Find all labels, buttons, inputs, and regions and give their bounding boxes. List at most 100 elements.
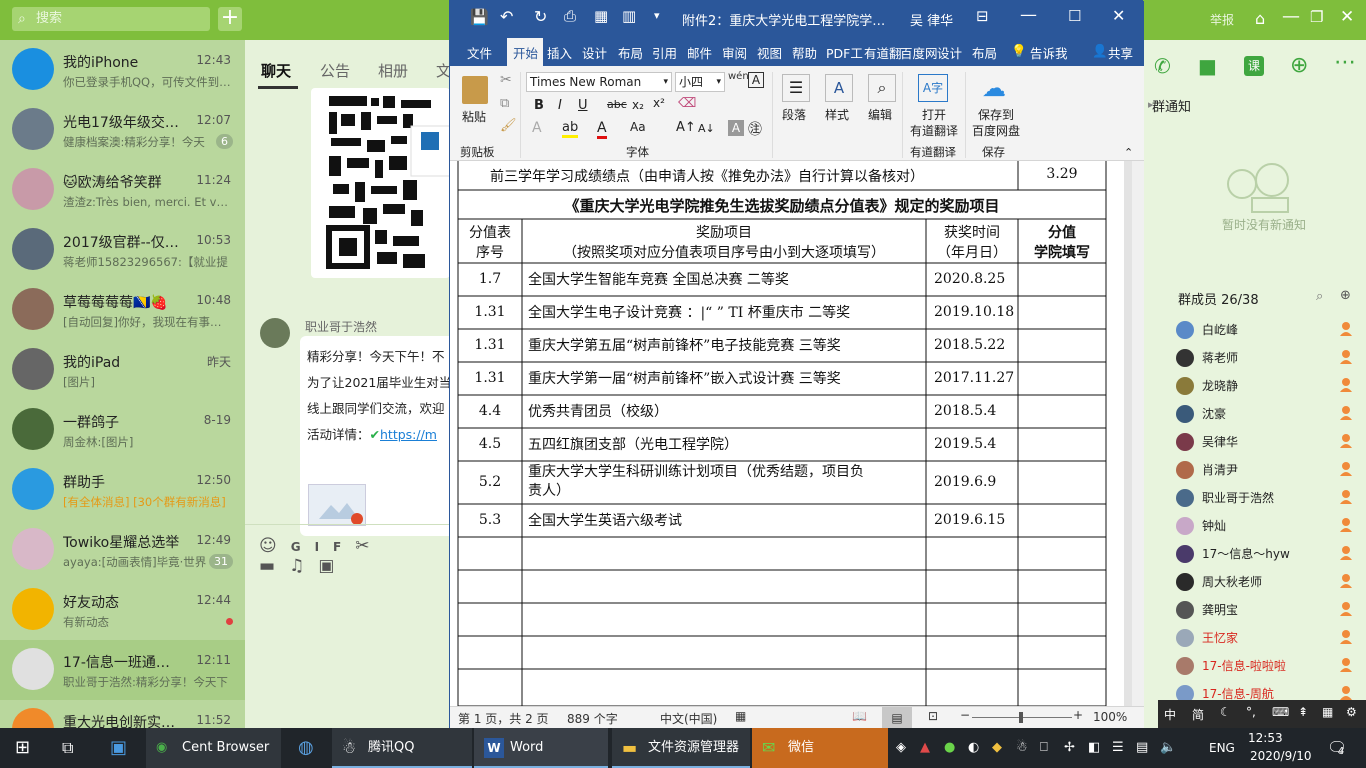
scissors-icon[interactable]: ✂ xyxy=(355,536,383,556)
row-item[interactable]: 全国大学生智能车竞赛 全国总决赛 二等奖 xyxy=(528,271,924,289)
clock-date[interactable]: 2020/9/10 xyxy=(1250,749,1312,763)
member-item[interactable]: 龚明宝 xyxy=(1176,596,1366,624)
tray-icon[interactable]: ⎕ xyxy=(1040,728,1048,768)
video-icon[interactable]: ■ xyxy=(1198,54,1217,78)
paste-icon[interactable] xyxy=(462,76,488,104)
row-date[interactable]: 2019.6.9 xyxy=(934,474,996,490)
sender-avatar[interactable] xyxy=(260,318,290,348)
tab-baidu[interactable]: 百度网 xyxy=(900,43,938,62)
print-layout-icon[interactable]: ▤ xyxy=(882,707,912,729)
row-seq[interactable]: 5.3 xyxy=(458,512,522,528)
styles-icon[interactable]: A xyxy=(825,74,853,102)
underline-icon[interactable]: U xyxy=(578,98,588,113)
account-name[interactable]: 吴 律华 xyxy=(910,10,953,29)
header-item[interactable]: 奖励项目 xyxy=(522,222,926,242)
conversation-item[interactable]: 好友动态 12:44 有新动态 xyxy=(0,580,245,640)
minimize-icon[interactable]: — xyxy=(1282,6,1300,27)
row-date[interactable]: 2017.11.27 xyxy=(934,370,1014,386)
moon-icon[interactable]: ☾ xyxy=(1220,705,1231,719)
tray-icon[interactable]: ✢ xyxy=(1064,728,1075,768)
share-button[interactable]: 共享 xyxy=(1108,43,1133,62)
member-item[interactable]: 白屹峰 xyxy=(1176,316,1366,344)
baidu-cloud-icon[interactable]: ☁ xyxy=(982,74,1006,102)
member-item[interactable]: 17～信息～hyw xyxy=(1176,540,1366,568)
tab-table-design[interactable]: 设计 xyxy=(937,43,962,62)
tab-help[interactable]: 帮助 xyxy=(792,43,817,62)
tab-album[interactable]: 相册 xyxy=(378,60,408,81)
conversation-item[interactable]: 一群鸽子 8-19 周金林:[图片] xyxy=(0,400,245,460)
conversation-item[interactable]: 我的iPhone 12:43 你已登录手机QQ，可传文件到手机 xyxy=(0,40,245,100)
conversation-item[interactable]: 群助手 12:50 [有全体消息] [30个群有新消息] xyxy=(0,460,245,520)
picture-icon[interactable]: ▣ xyxy=(318,556,348,576)
char-shading-icon[interactable]: A xyxy=(728,120,744,136)
row-date[interactable]: 2019.5.4 xyxy=(934,436,996,452)
paragraph-icon[interactable]: ☰ xyxy=(782,74,810,102)
highlight-icon[interactable]: ab xyxy=(562,120,579,138)
course-icon[interactable]: 课 xyxy=(1244,56,1264,76)
emoji-icon[interactable]: ☺ xyxy=(259,536,291,556)
web-layout-icon[interactable]: ⊡ xyxy=(928,709,938,723)
more-icon[interactable]: ⋯ xyxy=(1334,50,1356,75)
toolbox-icon[interactable]: ▦ xyxy=(1322,705,1333,719)
gpa-value[interactable]: 3.29 xyxy=(1018,166,1106,182)
table-icon[interactable]: ▦ xyxy=(594,7,608,25)
start-icon[interactable]: ⊞ xyxy=(15,728,30,768)
close-icon[interactable]: ✕ xyxy=(1112,6,1125,25)
network-icon[interactable]: ▤ xyxy=(1136,728,1148,768)
gpa-label[interactable]: 前三学年学习成绩绩点（由申请人按《推免办法》自行计算以备核对） xyxy=(490,166,924,186)
row-item[interactable]: 重庆大学第五届“树声前锋杯”电子技能竞赛 三等奖 xyxy=(528,337,924,355)
skin-icon[interactable]: ⌂ xyxy=(1255,9,1265,28)
taskbar-item-browser[interactable]: ◉ Cent Browser xyxy=(146,728,281,768)
tab-view[interactable]: 视图 xyxy=(757,43,782,62)
strikethrough-icon[interactable]: abc xyxy=(607,98,627,111)
taskbar-item-word[interactable]: W Word xyxy=(474,728,608,768)
member-item[interactable]: 吴律华 xyxy=(1176,428,1366,456)
taskbar-item-qq[interactable]: ☃ 腾讯QQ xyxy=(332,728,472,768)
row-item[interactable]: 重庆大学大学生科研训练计划项目（优秀结题，项目负 责人） xyxy=(528,463,924,501)
header-item[interactable]: （按照奖项对应分值表项目序号由小到大逐项填写） xyxy=(522,242,926,262)
ribbon-display-icon[interactable]: ⊟ xyxy=(976,7,989,25)
folder-icon[interactable]: ▬ xyxy=(259,556,289,576)
tab-chat[interactable]: 聊天 xyxy=(261,60,291,81)
activity-link[interactable]: https://m xyxy=(380,427,437,442)
phone-icon[interactable]: ✆ xyxy=(1154,54,1171,78)
paste-label[interactable]: 粘贴 xyxy=(462,108,486,125)
font-size-select[interactable]: 小四 ▾ xyxy=(675,72,725,92)
member-item[interactable]: 沈豪 xyxy=(1176,400,1366,428)
row-item[interactable]: 五四红旗团支部（光电工程学院） xyxy=(528,436,924,454)
member-add-icon[interactable]: ⊕ xyxy=(1340,288,1351,303)
image-placeholder-icon[interactable] xyxy=(308,484,366,526)
tray-icon[interactable]: ◐ xyxy=(968,728,979,768)
row-item[interactable]: 优秀共青团员（校级） xyxy=(528,403,924,421)
member-item[interactable]: 王忆家 xyxy=(1176,624,1366,652)
italic-icon[interactable]: I xyxy=(558,98,562,113)
row-seq[interactable]: 1.31 xyxy=(458,337,522,353)
find-icon[interactable]: ⌕ xyxy=(868,74,896,102)
input-language[interactable]: ENG xyxy=(1209,728,1235,768)
shrink-font-icon[interactable]: A↓ xyxy=(698,122,715,135)
macro-icon[interactable]: ▦ xyxy=(735,709,746,723)
youdao-translate-label[interactable]: 有道翻译 xyxy=(910,122,958,139)
row-seq[interactable]: 1.31 xyxy=(458,370,522,386)
add-button[interactable]: + xyxy=(218,7,242,31)
row-seq[interactable]: 1.7 xyxy=(458,271,522,287)
row-seq[interactable]: 4.4 xyxy=(458,403,522,419)
row-date[interactable]: 2020.8.25 xyxy=(934,271,1005,287)
conversation-item[interactable]: 草莓莓莓莓🇧🇦🍓 10:48 [自动回复]你好，我现在有事不在 xyxy=(0,280,245,340)
conversation-item[interactable]: 光电17级年级交流群 12:07 健康档案澳:精彩分享！今天 6 xyxy=(0,100,245,160)
member-item[interactable]: 蒋老师 xyxy=(1176,344,1366,372)
page-count[interactable]: 第 1 页，共 2 页 xyxy=(458,710,549,727)
bold-icon[interactable]: B xyxy=(534,98,544,113)
tab-design[interactable]: 设计 xyxy=(582,43,607,62)
punctuation-icon[interactable]: °, xyxy=(1246,705,1256,719)
close-icon[interactable]: ✕ xyxy=(1340,7,1354,27)
qat-dropdown-icon[interactable]: ▾ xyxy=(654,9,660,22)
tab-review[interactable]: 审阅 xyxy=(722,43,747,62)
cut-icon[interactable]: ✂ xyxy=(500,72,512,88)
collapse-ribbon-icon[interactable]: ⌃ xyxy=(1124,146,1133,159)
restore-icon[interactable]: ❐ xyxy=(1310,8,1323,26)
member-item[interactable]: 17-信息-啦啦啦 xyxy=(1176,652,1366,680)
text-effect-icon[interactable]: A xyxy=(532,120,542,136)
superscript-icon[interactable]: x² xyxy=(653,96,665,110)
music-icon[interactable]: ♫ xyxy=(289,556,318,576)
